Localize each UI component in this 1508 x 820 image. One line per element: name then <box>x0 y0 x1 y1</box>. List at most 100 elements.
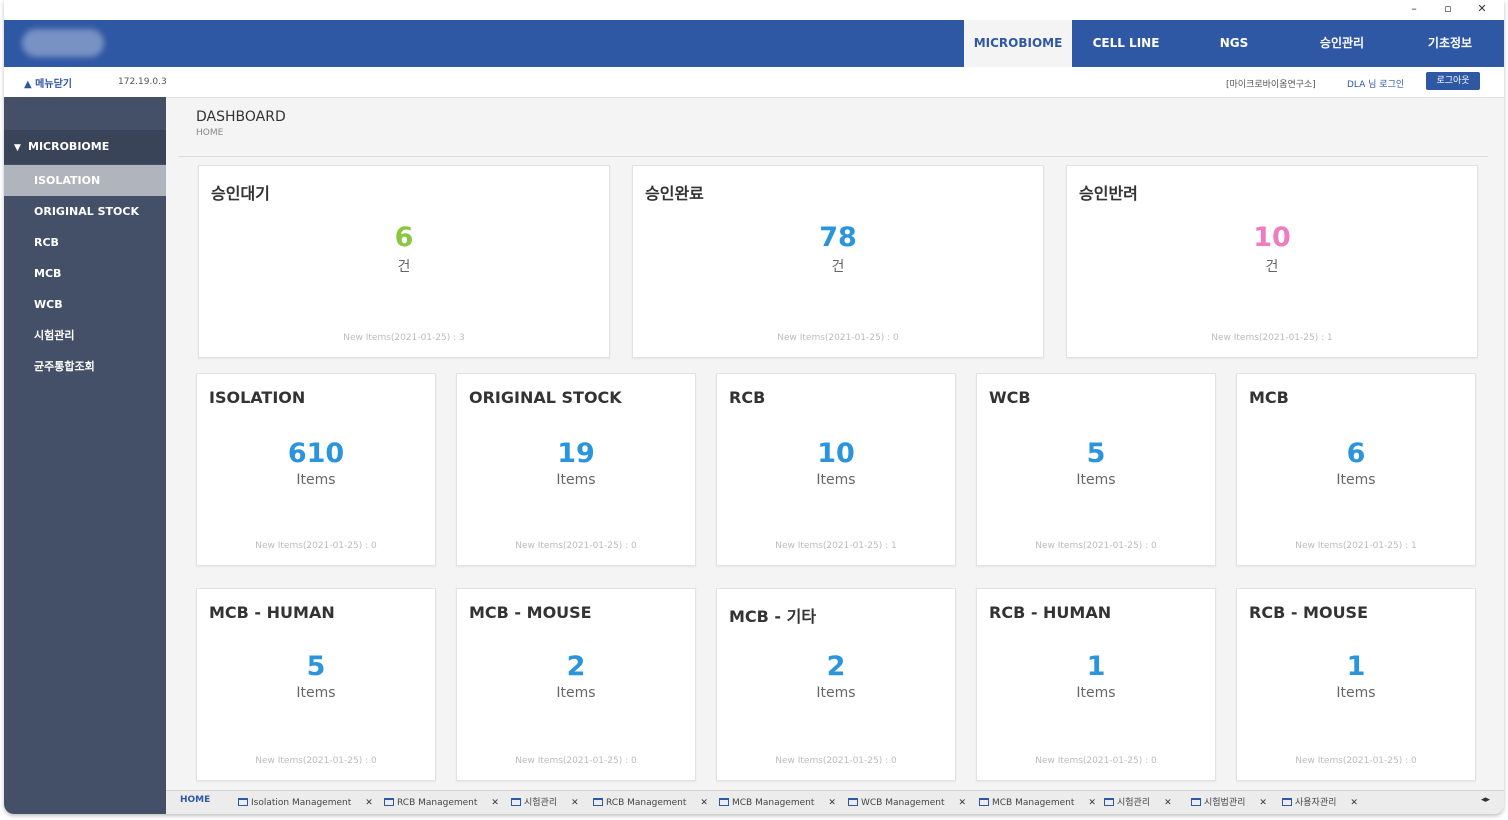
card-value: 5 <box>306 651 326 682</box>
tab-4[interactable]: 기초정보 <box>1396 20 1504 67</box>
sidebar-item[interactable]: MCB <box>4 258 166 289</box>
close-tab-icon[interactable]: ✕ <box>365 798 373 808</box>
sidebar-item[interactable]: RCB <box>4 227 166 258</box>
card-value: 1 <box>1086 651 1106 682</box>
card-unit: Items <box>1336 472 1376 488</box>
tab-scroll-arrows[interactable]: ◂▸ <box>1481 795 1490 805</box>
tab-3[interactable]: 승인관리 <box>1288 20 1396 67</box>
open-tab[interactable]: 시험관리 ✕ <box>1104 795 1172 811</box>
close-tab-icon[interactable]: ✕ <box>571 798 579 808</box>
dashboard-card[interactable]: 승인완료 78 건 New Items(2021-01-25) : 0 <box>632 165 1044 358</box>
card-new-items: New Items(2021-01-25) : 0 <box>775 756 897 766</box>
card-new-items: New Items(2021-01-25) : 0 <box>515 756 637 766</box>
open-tab-label: WCB Management <box>861 798 945 808</box>
logout-button[interactable]: 로그아웃 <box>1426 72 1480 90</box>
open-tab[interactable]: 사용자관리 ✕ <box>1282 795 1358 811</box>
dashboard-card[interactable]: ISOLATION 610 Items New Items(2021-01-25) :… <box>196 373 436 566</box>
close-tab-icon[interactable]: ✕ <box>1088 798 1096 808</box>
close-tab-icon[interactable]: ✕ <box>700 798 708 808</box>
close-window-button[interactable]: ✕ <box>1470 1 1494 17</box>
window-title-bar: – ▫ ✕ <box>4 0 1504 20</box>
open-tab[interactable]: 시험법관리 ✕ <box>1191 795 1267 811</box>
divider <box>178 156 1488 157</box>
open-tab[interactable]: 시험관리 ✕ <box>511 795 579 811</box>
card-value: 78 <box>819 222 857 253</box>
close-tab-icon[interactable]: ✕ <box>1164 798 1172 808</box>
open-tab[interactable]: RCB Management ✕ <box>384 795 499 811</box>
window-tab-icon <box>1282 798 1292 806</box>
tab-1[interactable]: CELL LINE <box>1072 20 1180 67</box>
breadcrumb: HOME <box>196 128 224 138</box>
dashboard-card[interactable]: MCB - 기타 2 Items New Items(2021-01-25) : 0 <box>716 588 956 781</box>
card-title: RCB - MOUSE <box>1249 603 1369 622</box>
dashboard-card[interactable]: RCB 10 Items New Items(2021-01-25) : 1 <box>716 373 956 566</box>
minimize-button[interactable]: – <box>1402 1 1426 17</box>
card-title: 승인완료 <box>645 184 704 203</box>
close-tab-icon[interactable]: ✕ <box>491 798 499 808</box>
card-title: MCB - MOUSE <box>469 603 592 622</box>
tab-0[interactable]: MICROBIOME <box>964 20 1072 67</box>
close-tab-icon[interactable]: ✕ <box>828 798 836 808</box>
card-new-items: New Items(2021-01-25) : 0 <box>1295 756 1417 766</box>
window-tab-icon <box>719 798 729 806</box>
card-value: 19 <box>557 438 595 469</box>
card-unit: 건 <box>1265 259 1279 275</box>
sidebar-item[interactable]: 시험관리 <box>4 320 166 351</box>
restore-button[interactable]: ▫ <box>1436 1 1460 17</box>
open-tab[interactable]: RCB Management ✕ <box>593 795 708 811</box>
card-title: RCB <box>729 388 766 407</box>
page-title: DASHBOARD <box>196 109 286 125</box>
sidebar-group-microbiome[interactable]: ▼ MICROBIOME <box>4 130 166 164</box>
close-tab-icon[interactable]: ✕ <box>959 798 967 808</box>
card-unit: Items <box>1076 685 1116 701</box>
window-tab-icon <box>384 798 394 806</box>
window-tab-icon <box>1191 798 1201 806</box>
card-new-items: New Items(2021-01-25) : 0 <box>255 756 377 766</box>
dashboard-content: DASHBOARD HOME 승인대기 6 건 New Items(2021-01-2… <box>166 97 1504 787</box>
card-title: WCB <box>989 388 1031 407</box>
card-value: 10 <box>1253 222 1291 253</box>
sidebar-item[interactable]: ISOLATION <box>4 165 166 196</box>
card-new-items: New Items(2021-01-25) : 0 <box>1035 756 1157 766</box>
dashboard-card[interactable]: RCB - MOUSE 1 Items New Items(2021-01-25) :… <box>1236 588 1476 781</box>
open-tab[interactable]: WCB Management ✕ <box>848 795 966 811</box>
card-value: 10 <box>817 438 855 469</box>
window-tab-icon <box>593 798 603 806</box>
open-tab-label: MCB Management <box>992 798 1075 808</box>
bottom-tab-bar: HOME Isolation Management ✕ RCB Management… <box>166 790 1504 814</box>
sidebar-item[interactable]: WCB <box>4 289 166 320</box>
open-tab[interactable]: MCB Management ✕ <box>979 795 1096 811</box>
card-title: ISOLATION <box>209 388 306 407</box>
dashboard-card[interactable]: 승인반려 10 건 New Items(2021-01-25) : 1 <box>1066 165 1478 358</box>
tab-home[interactable]: HOME <box>180 795 210 805</box>
menu-close-toggle[interactable]: ▲ 메뉴닫기 <box>24 75 72 90</box>
sub-header: ▲ 메뉴닫기 172.19.0.3 [마이크로바이옴연구소] DLA 님 로그인… <box>4 67 1504 98</box>
dashboard-card[interactable]: RCB - HUMAN 1 Items New Items(2021-01-25) :… <box>976 588 1216 781</box>
dashboard-card[interactable]: WCB 5 Items New Items(2021-01-25) : 0 <box>976 373 1216 566</box>
sidebar-item[interactable]: 균주통합조회 <box>4 351 166 382</box>
close-tab-icon[interactable]: ✕ <box>1350 798 1358 808</box>
card-value: 2 <box>826 651 846 682</box>
dashboard-card[interactable]: MCB 6 Items New Items(2021-01-25) : 1 <box>1236 373 1476 566</box>
sidebar-group-label: MICROBIOME <box>28 140 110 153</box>
card-unit: 건 <box>831 259 845 275</box>
dashboard-card[interactable]: 승인대기 6 건 New Items(2021-01-25) : 3 <box>198 165 610 358</box>
dashboard-card[interactable]: ORIGINAL STOCK 19 Items New Items(2021-01-2… <box>456 373 696 566</box>
top-navigation: MICROBIOME CELL LINE NGS 승인관리 기초정보 <box>964 20 1504 67</box>
open-tab[interactable]: MCB Management ✕ <box>719 795 836 811</box>
open-tab[interactable]: Isolation Management ✕ <box>238 795 373 811</box>
card-title: RCB - HUMAN <box>989 603 1112 622</box>
open-tab-label: RCB Management <box>606 798 687 808</box>
card-new-items: New Items(2021-01-25) : 1 <box>1295 541 1417 551</box>
card-new-items: New Items(2021-01-25) : 0 <box>255 541 377 551</box>
card-title: 승인대기 <box>211 184 270 203</box>
tab-2[interactable]: NGS <box>1180 20 1288 67</box>
card-unit: Items <box>1076 472 1116 488</box>
close-tab-icon[interactable]: ✕ <box>1259 798 1267 808</box>
card-unit: Items <box>816 472 856 488</box>
open-tab-label: 사용자관리 <box>1295 798 1337 808</box>
dashboard-card[interactable]: MCB - MOUSE 2 Items New Items(2021-01-25) :… <box>456 588 696 781</box>
window-tab-icon <box>979 798 989 806</box>
sidebar-item[interactable]: ORIGINAL STOCK <box>4 196 166 227</box>
dashboard-card[interactable]: MCB - HUMAN 5 Items New Items(2021-01-25) :… <box>196 588 436 781</box>
